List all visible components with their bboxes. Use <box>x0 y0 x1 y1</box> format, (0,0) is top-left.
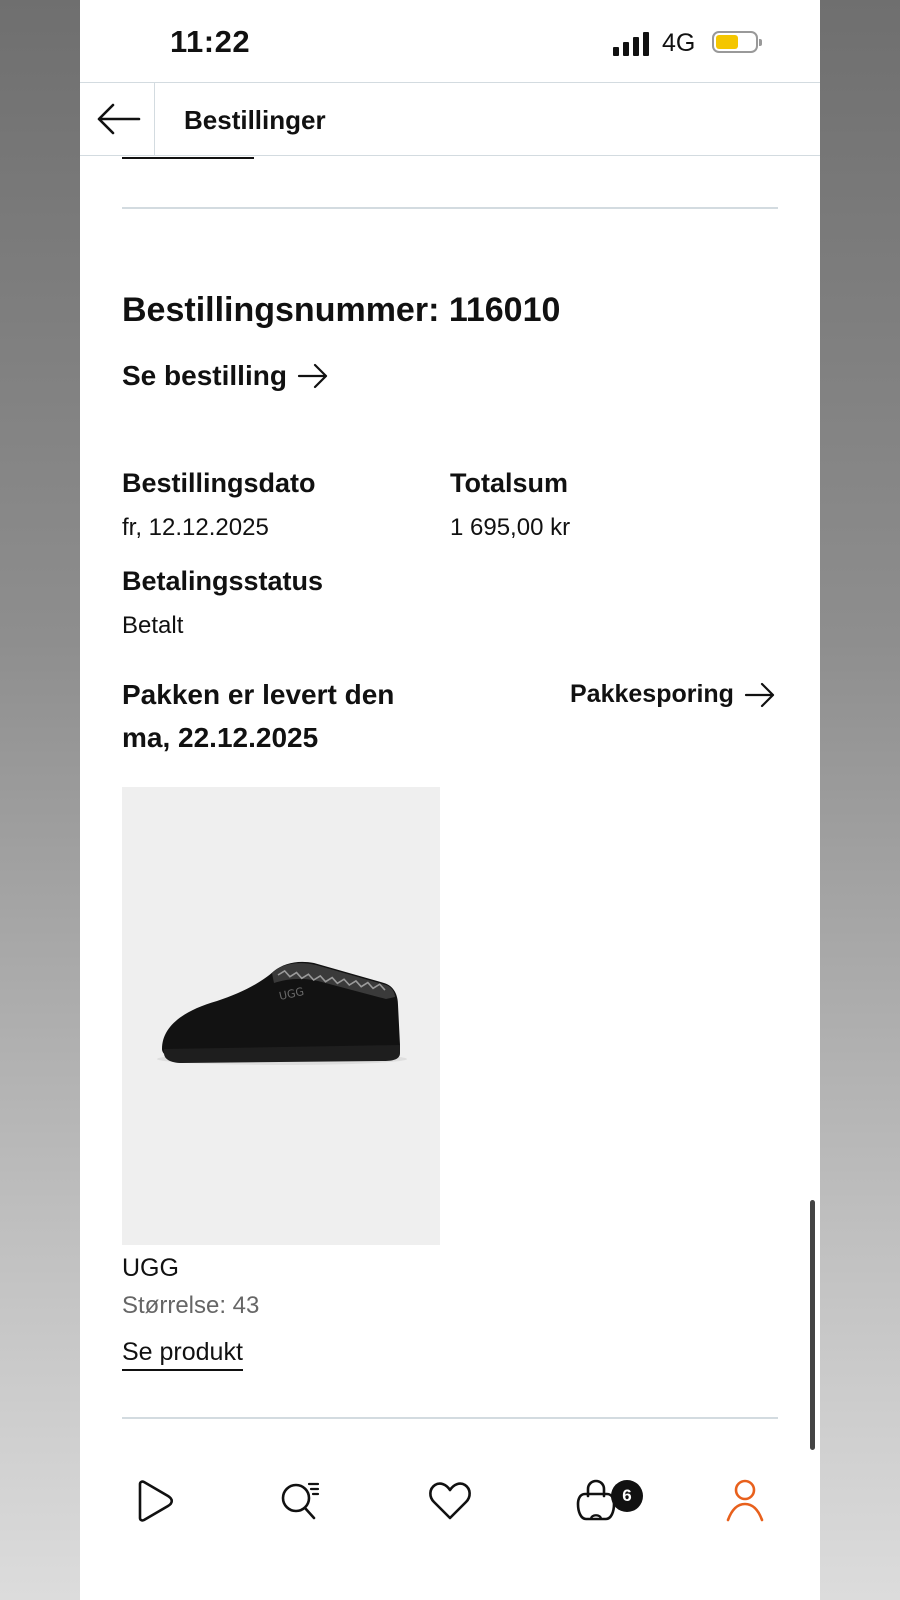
package-tracking-label: Pakkesporing <box>570 680 734 708</box>
see-order-link[interactable]: Se bestilling <box>122 360 329 392</box>
order-number: Bestillingsnummer: 116010 <box>122 291 561 329</box>
delivery-status-line1: Pakken er levert den <box>122 679 395 710</box>
arrow-right-icon <box>744 682 775 707</box>
page-title: Bestillinger <box>184 105 326 135</box>
network-type: 4G <box>662 29 696 57</box>
scrollbar[interactable] <box>810 1200 815 1450</box>
tab-profile[interactable] <box>720 1476 770 1526</box>
search-list-icon <box>281 1482 320 1520</box>
status-time: 11:22 <box>170 24 251 59</box>
play-icon <box>138 1480 174 1522</box>
tab-favorites[interactable] <box>425 1476 475 1526</box>
battery-icon <box>712 31 762 53</box>
section-divider <box>122 207 778 209</box>
section-divider <box>122 1417 778 1419</box>
tab-home[interactable] <box>130 1476 180 1526</box>
status-bar: 11:22 4G <box>80 0 820 82</box>
app-screen: 11:22 4G Bestillinger Bestillingsnummer:… <box>80 0 820 1600</box>
total-label: Totalsum <box>450 468 569 498</box>
tab-search[interactable] <box>276 1476 326 1526</box>
arrow-right-icon <box>297 363 328 389</box>
back-button[interactable] <box>80 83 155 155</box>
signal-icon <box>613 32 651 56</box>
product-size: Størrelse: 43 <box>122 1292 260 1319</box>
slipper-illustration: UGG <box>157 961 407 1065</box>
order-date-value: fr, 12.12.2025 <box>122 514 269 541</box>
arrow-left-icon <box>97 103 141 135</box>
package-tracking-link[interactable]: Pakkesporing <box>570 680 776 709</box>
payment-status-label: Betalingsstatus <box>122 566 324 596</box>
bag-count-badge: 6 <box>611 1480 643 1512</box>
total-value: 1 695,00 kr <box>450 514 571 541</box>
product-image[interactable]: UGG <box>122 787 440 1245</box>
see-product-link[interactable]: Se produkt <box>122 1338 243 1371</box>
see-order-label: Se bestilling <box>122 360 287 391</box>
profile-icon <box>726 1479 764 1522</box>
heart-icon <box>429 1482 471 1520</box>
order-date-label: Bestillingsdato <box>122 468 316 498</box>
top-nav: Bestillinger <box>80 82 820 156</box>
product-brand: UGG <box>122 1254 179 1282</box>
delivery-status: Pakken er levert den ma, 22.12.2025 <box>122 673 394 759</box>
payment-status-value: Betalt <box>122 612 184 639</box>
previous-link-underline <box>122 157 254 159</box>
delivery-date: ma, 22.12.2025 <box>122 722 319 753</box>
